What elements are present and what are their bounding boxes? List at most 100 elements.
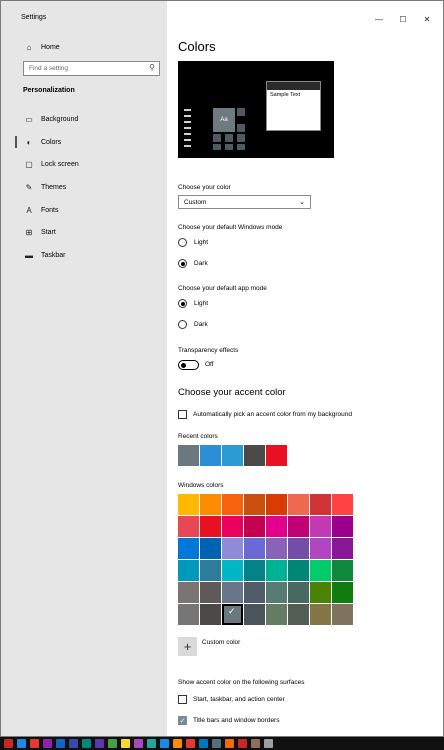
taskbar-app-icon[interactable] [251,739,260,748]
sidebar-item-lock-screen[interactable]: ▢ Lock screen [23,157,79,171]
color-swatch[interactable] [310,582,331,603]
color-swatch[interactable] [266,538,287,559]
color-swatch[interactable] [178,582,199,603]
color-swatch[interactable] [266,560,287,581]
color-swatch[interactable] [222,516,243,537]
color-swatch[interactable] [244,516,265,537]
sidebar-item-themes[interactable]: ✎ Themes [23,180,67,194]
color-swatch[interactable] [266,494,287,515]
color-swatch[interactable] [222,494,243,515]
taskbar-app-icon[interactable] [199,739,208,748]
color-swatch[interactable] [200,604,221,625]
taskbar-app-icon[interactable] [225,739,234,748]
color-swatch[interactable] [288,582,309,603]
color-swatch[interactable]: ✓ [222,604,243,625]
color-swatch[interactable] [310,494,331,515]
checkbox-label: Automatically pick an accent color from … [193,411,352,418]
taskbar-app-icon[interactable] [69,739,78,748]
color-swatch[interactable] [288,494,309,515]
color-swatch[interactable] [332,538,353,559]
windows-mode-light-radio[interactable]: Light [178,238,208,247]
app-mode-dark-radio[interactable]: Dark [178,320,208,329]
color-swatch[interactable] [310,604,331,625]
color-swatch[interactable] [200,538,221,559]
color-swatch[interactable] [310,538,331,559]
recent-color-swatch[interactable] [200,445,221,466]
transparency-toggle[interactable] [178,360,199,370]
color-swatch[interactable] [222,538,243,559]
sidebar-item-label: Start [41,228,56,236]
taskbar-app-icon[interactable] [4,739,13,748]
color-swatch[interactable] [178,604,199,625]
checkbox-label: Title bars and window borders [193,717,280,724]
color-swatch[interactable] [266,604,287,625]
taskbar-app-icon[interactable] [134,739,143,748]
sidebar-item-taskbar[interactable]: ▬ Taskbar [23,248,66,262]
color-swatch[interactable] [244,538,265,559]
color-swatch[interactable] [200,494,221,515]
color-swatch[interactable] [244,560,265,581]
recent-color-swatch[interactable] [266,445,287,466]
auto-pick-checkbox[interactable]: Automatically pick an accent color from … [178,410,352,419]
color-swatch[interactable] [310,516,331,537]
brush-icon: ✎ [25,182,33,192]
color-swatch[interactable] [266,582,287,603]
color-swatch[interactable] [178,494,199,515]
color-swatch[interactable] [332,560,353,581]
color-swatch[interactable] [266,516,287,537]
recent-color-swatch[interactable] [178,445,199,466]
color-swatch[interactable] [244,604,265,625]
color-swatch[interactable] [332,604,353,625]
recent-colors-label: Recent colors [178,433,218,440]
color-swatch[interactable] [288,604,309,625]
taskbar-app-icon[interactable] [264,739,273,748]
taskbar-app-icon[interactable] [238,739,247,748]
color-swatch[interactable] [200,516,221,537]
taskbar-app-icon[interactable] [147,739,156,748]
surface-start-checkbox[interactable]: Start, taskbar, and action center [178,695,285,704]
taskbar-app-icon[interactable] [43,739,52,748]
color-swatch[interactable] [332,516,353,537]
color-swatch[interactable] [332,582,353,603]
color-swatch[interactable] [200,582,221,603]
taskbar-app-icon[interactable] [212,739,221,748]
recent-color-swatch[interactable] [222,445,243,466]
windows-mode-label: Choose your default Windows mode [178,224,283,231]
taskbar-app-icon[interactable] [95,739,104,748]
taskbar-app-icon[interactable] [121,739,130,748]
taskbar-app-icon[interactable] [82,739,91,748]
taskbar-app-icon[interactable] [160,739,169,748]
recent-color-swatch[interactable] [244,445,265,466]
app-mode-light-radio[interactable]: Light [178,299,208,308]
sidebar-item-start[interactable]: ⊞ Start [23,225,56,239]
color-swatch[interactable] [178,560,199,581]
color-swatch[interactable] [178,538,199,559]
color-swatch[interactable] [288,560,309,581]
surface-title-checkbox[interactable]: ✓ Title bars and window borders [178,716,279,725]
color-swatch[interactable] [332,494,353,515]
color-swatch[interactable] [222,582,243,603]
sidebar-item-colors[interactable]: ◐ Colors [23,135,62,149]
search-input[interactable]: Find a setting ⚲ [23,61,160,76]
color-swatch[interactable] [222,560,243,581]
add-custom-color-button[interactable]: + [178,637,197,656]
color-swatch[interactable] [178,516,199,537]
windows-mode-dark-radio[interactable]: Dark [178,259,208,268]
taskbar-app-icon[interactable] [17,739,26,748]
taskbar-app-icon[interactable] [56,739,65,748]
color-swatch[interactable] [288,538,309,559]
color-swatch[interactable] [244,494,265,515]
taskbar-app-icon[interactable] [30,739,39,748]
home-link[interactable]: ⌂ Home [23,40,60,54]
sidebar-item-fonts[interactable]: A Fonts [23,203,58,217]
taskbar-app-icon[interactable] [173,739,182,748]
color-swatch[interactable] [288,516,309,537]
home-label: Home [41,43,60,51]
sidebar-item-background[interactable]: ▭ Background [23,112,78,126]
color-swatch[interactable] [310,560,331,581]
choose-color-dropdown[interactable]: Custom ⌄ [178,195,311,209]
taskbar-app-icon[interactable] [186,739,195,748]
color-swatch[interactable] [200,560,221,581]
taskbar-app-icon[interactable] [108,739,117,748]
color-swatch[interactable] [244,582,265,603]
